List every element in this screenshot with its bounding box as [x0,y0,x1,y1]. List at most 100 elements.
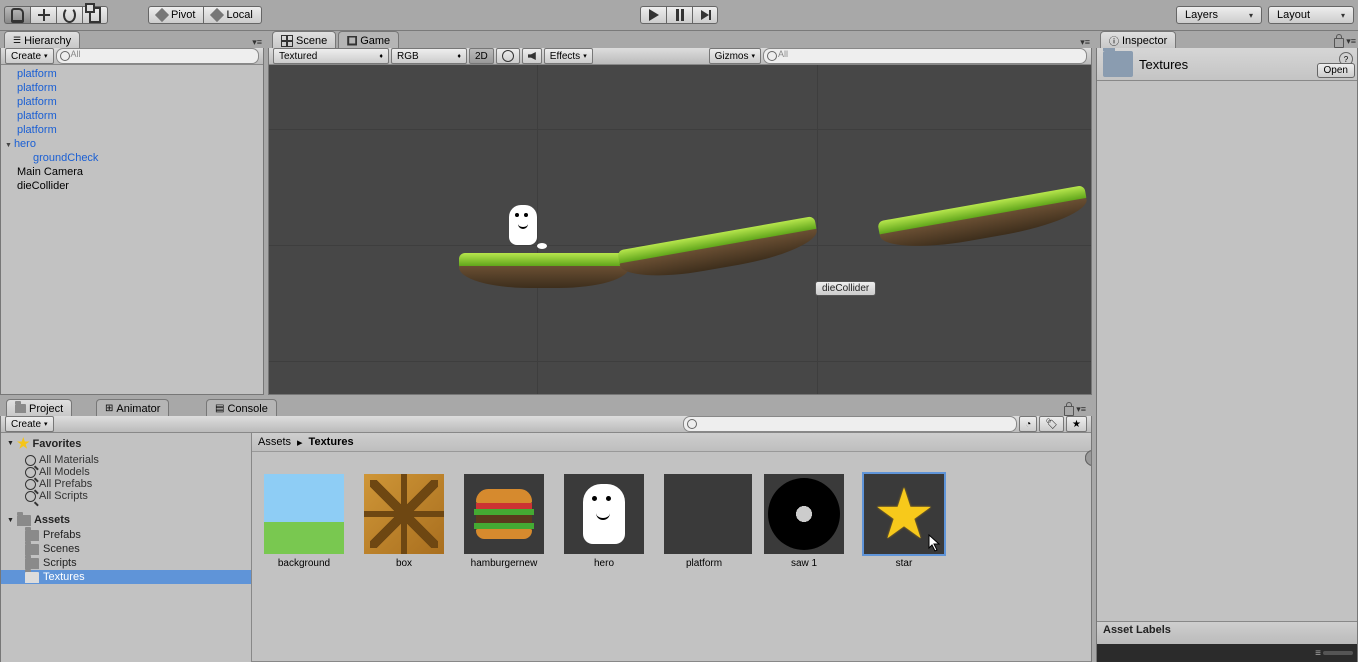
asset-item-star[interactable]: ★ star [864,474,944,569]
breadcrumb-root[interactable]: Assets [258,436,291,448]
scene-panel: Textured♦ RGB♦ 2D Effects▾ Gizmos▾ All d… [268,48,1092,395]
hierarchy-item-groundcheck[interactable]: groundCheck [1,151,263,165]
lock-icon[interactable] [1064,406,1074,416]
preview-menu-icon[interactable]: ≡ [1315,648,1321,659]
scene-viewport[interactable]: dieCollider [269,65,1091,394]
pivot-icon [155,8,169,22]
effects-dropdown[interactable]: Effects▾ [544,48,593,64]
pause-button[interactable] [666,6,692,24]
scene-toolbar: Textured♦ RGB♦ 2D Effects▾ Gizmos▾ All [269,48,1091,65]
hierarchy-tabmenu[interactable]: ▾≡ [252,37,262,48]
layers-label: Layers [1185,9,1218,21]
inspector-column: ⓘInspector ▾≡ Textures ? Open Asset Labe… [1096,31,1358,662]
scene-platform[interactable] [617,216,821,288]
hierarchy-item[interactable]: platform [1,95,263,109]
favorites-header[interactable]: ▼★Favorites [1,433,251,454]
layout-dropdown[interactable]: Layout [1268,6,1354,24]
asset-item[interactable]: hamburgernew [464,474,544,569]
folder-item-textures[interactable]: Textures [1,570,251,584]
render-mode-dropdown[interactable]: RGB♦ [391,48,467,64]
inspector-panel: Textures ? Open Asset Labels ≡ [1096,48,1358,662]
layout-label: Layout [1277,9,1310,21]
scene-tabmenu[interactable]: ▾≡ [1080,37,1090,48]
layers-dropdown[interactable]: Layers [1176,6,1262,24]
hierarchy-item-hero[interactable]: hero [1,137,263,151]
play-button[interactable] [640,6,666,24]
hierarchy-tab[interactable]: ☰Hierarchy [4,31,80,48]
asset-labels-header[interactable]: Asset Labels [1097,621,1357,644]
top-toolbar: Pivot Local Layers Layout [0,0,1358,31]
hierarchy-item[interactable]: platform [1,123,263,137]
scene-tab[interactable]: Scene [272,31,336,48]
expand-icon[interactable] [1085,452,1091,466]
asset-item[interactable]: box [364,474,444,569]
open-button[interactable]: Open [1317,63,1355,78]
scene-platform[interactable] [459,253,629,291]
lock-icon[interactable] [1334,38,1344,48]
step-button[interactable] [692,6,718,24]
filter-label-button[interactable]: 🏷 [1039,416,1064,432]
local-icon [210,8,224,22]
scale-tool[interactable] [82,6,108,24]
folder-item[interactable]: Scenes [1,542,251,556]
hierarchy-create-button[interactable]: Create▾ [5,48,54,64]
pivot-toggle[interactable]: Pivot [148,6,203,24]
scene-search[interactable]: All [763,48,1087,64]
cursor-icon [928,534,942,552]
hierarchy-item[interactable]: platform [1,67,263,81]
asset-item[interactable]: hero [564,474,644,569]
pause-icon [676,9,679,21]
project-tabmenu[interactable]: ▾≡ [1064,402,1086,416]
inspector-tab[interactable]: ⓘInspector [1100,31,1176,48]
search-icon [25,455,36,466]
local-toggle[interactable]: Local [203,6,261,24]
scene-tabbar: Scene Game ▾≡ [268,31,1092,48]
lighting-toggle[interactable] [496,48,520,64]
hierarchy-item[interactable]: platform [1,109,263,123]
breadcrumb-current[interactable]: Textures [309,436,354,448]
audio-toggle[interactable] [522,48,542,64]
gizmos-dropdown[interactable]: Gizmos▾ [709,48,761,64]
asset-item[interactable]: background [264,474,344,569]
scene-platform[interactable] [877,185,1090,259]
project-search[interactable] [683,416,1017,432]
rotate-tool[interactable] [56,6,82,24]
project-panel: Create▾ ◔ 🏷 ★ ▼★Favorites All Materials … [0,416,1092,662]
project-tabbar: Project ⊞Animator ▤Console ▾≡ [0,399,1092,416]
favorite-item[interactable]: All Materials [1,454,251,466]
assets-header[interactable]: ▼Assets [1,512,251,528]
hierarchy-search[interactable]: All [56,48,259,64]
filter-type-button[interactable]: ◔ [1019,416,1037,432]
asset-preview-bar[interactable]: ≡ [1097,644,1357,662]
step-icon [701,10,709,20]
draw-mode-dropdown[interactable]: Textured♦ [273,48,389,64]
hierarchy-item[interactable]: platform [1,81,263,95]
game-tab[interactable]: Game [338,31,399,48]
scene-hero[interactable] [509,205,537,245]
project-tab[interactable]: Project [6,399,72,416]
star-icon: ★ [17,435,30,452]
folder-item[interactable]: Scripts [1,556,251,570]
hierarchy-item-diecollider[interactable]: dieCollider [1,179,263,193]
inspector-tabbar: ⓘInspector ▾≡ [1096,31,1358,48]
preview-resize-handle[interactable] [1323,651,1353,655]
console-tab[interactable]: ▤Console [206,399,277,416]
scene-object-label[interactable]: dieCollider [815,281,876,296]
hierarchy-item-camera[interactable]: Main Camera [1,165,263,179]
animator-tab[interactable]: ⊞Animator [96,399,169,416]
folder-icon [25,544,39,555]
inspector-tabmenu[interactable]: ▾≡ [1334,34,1356,48]
folder-item[interactable]: Prefabs [1,528,251,542]
asset-item[interactable]: saw 1 [764,474,844,569]
save-search-button[interactable]: ★ [1066,416,1087,432]
folder-icon [1103,51,1133,77]
hierarchy-tabbar: ☰Hierarchy ▾≡ [0,31,264,48]
scene-dust [537,243,547,249]
project-create-button[interactable]: Create▾ [5,416,54,432]
folder-icon [15,404,26,413]
hand-tool[interactable] [4,6,30,24]
hierarchy-list: platform platform platform platform plat… [1,65,263,193]
2d-toggle[interactable]: 2D [469,48,494,64]
asset-item[interactable]: platform [664,474,744,569]
move-tool[interactable] [30,6,56,24]
